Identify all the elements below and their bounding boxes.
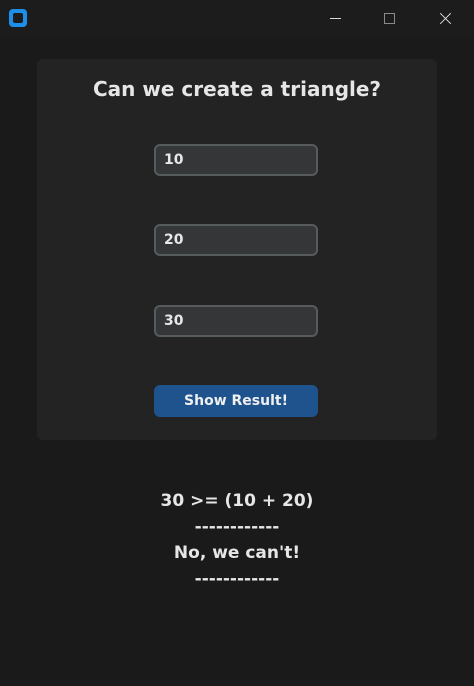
side-a-input[interactable] [154, 144, 318, 176]
page-title: Can we create a triangle? [92, 77, 382, 101]
maximize-button[interactable] [366, 0, 412, 36]
close-icon [439, 12, 452, 25]
minimize-button[interactable] [312, 0, 358, 36]
result-separator-bottom: ------------ [194, 569, 280, 589]
result-comparison: 30 >= (10 + 20) [160, 491, 314, 511]
result-answer: No, we can't! [173, 543, 301, 563]
maximize-icon [383, 12, 395, 24]
app-logo-icon [9, 9, 27, 27]
show-result-button[interactable]: Show Result! [154, 385, 318, 417]
minimize-icon [329, 17, 341, 19]
title-bar [0, 0, 474, 36]
close-button[interactable] [422, 0, 468, 36]
side-c-input[interactable] [154, 305, 318, 337]
result-output: 30 >= (10 + 20) ------------ No, we can'… [0, 488, 474, 592]
side-b-input[interactable] [154, 224, 318, 256]
result-separator-top: ------------ [194, 517, 280, 537]
